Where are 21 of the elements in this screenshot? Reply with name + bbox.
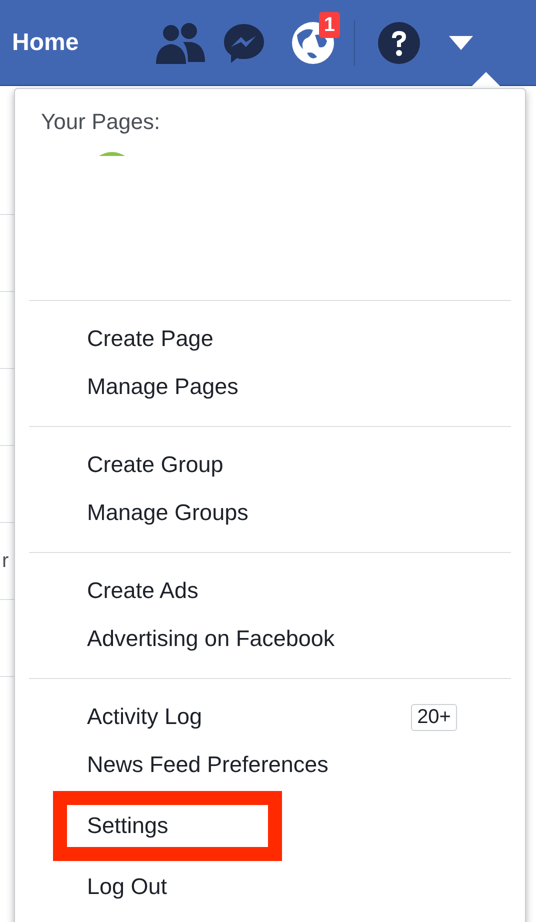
count-badge: 20+ (411, 704, 457, 730)
menu-item[interactable]: Create Page (87, 326, 214, 352)
friends-icon[interactable] (155, 22, 207, 64)
notification-badge: 1 (318, 12, 340, 38)
menu-item[interactable]: News Feed Preferences (87, 752, 328, 778)
menu-item[interactable]: Manage Pages (87, 374, 238, 400)
menu-item[interactable]: Advertising on Facebook (87, 626, 335, 652)
section-heading: Your Pages: (41, 109, 160, 134)
background-text: r (2, 550, 9, 572)
caret-icon[interactable] (449, 36, 473, 50)
avatar-icon (99, 151, 125, 156)
highlighted-menu-item[interactable]: Settings (53, 791, 282, 861)
help-icon[interactable] (378, 22, 420, 64)
home-link[interactable]: Home (12, 28, 150, 56)
menu-pointer (472, 72, 500, 86)
menu-item[interactable]: Activity Log (87, 704, 202, 730)
menu-item[interactable]: Log Out (87, 874, 168, 900)
menu-item[interactable]: Create Ads (87, 578, 198, 604)
menu-item[interactable]: Create Group (87, 452, 224, 478)
menu-item[interactable]: Manage Groups (87, 500, 248, 526)
messenger-icon[interactable] (222, 22, 266, 64)
